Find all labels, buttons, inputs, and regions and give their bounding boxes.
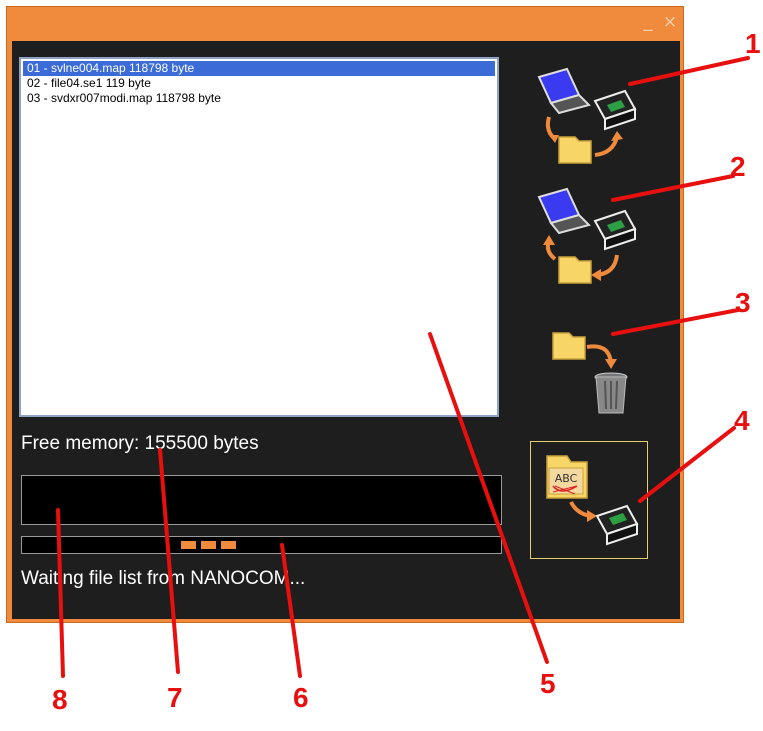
- free-memory-label: Free memory: 155500 bytes: [21, 433, 259, 454]
- message-box: [21, 475, 502, 525]
- app-window: _ × 01 - svlne004.map 118798 byte 02 - f…: [6, 6, 684, 623]
- file-list-item[interactable]: 02 - file04.se1 119 byte: [23, 76, 495, 91]
- callout-1: 1: [745, 28, 761, 59]
- abc-label: ABC: [555, 472, 578, 485]
- download-from-device-icon: [537, 67, 637, 164]
- callout-7: 7: [167, 682, 183, 713]
- file-list-item[interactable]: 01 - svlne004.map 118798 byte: [23, 61, 495, 76]
- progress-block: [221, 541, 236, 549]
- client-area: 01 - svlne004.map 118798 byte 02 - file0…: [12, 41, 680, 619]
- delete-file-button[interactable]: [525, 303, 643, 421]
- status-text: Waiting file list from NANOCOM...: [21, 568, 306, 589]
- progress-block: [181, 541, 196, 549]
- file-list-item[interactable]: 03 - svdxr007modi.map 118798 byte: [23, 91, 495, 106]
- delete-file-icon: [552, 332, 628, 414]
- callout-5: 5: [540, 668, 556, 699]
- callout-4: 4: [734, 405, 750, 436]
- callout-3: 3: [735, 287, 751, 318]
- upload-to-device-icon: [537, 187, 637, 284]
- progress-bar: [21, 536, 502, 554]
- callout-8: 8: [52, 684, 68, 715]
- callout-2: 2: [730, 151, 746, 182]
- download-from-device-button[interactable]: [525, 59, 643, 177]
- rename-and-send-button[interactable]: ABC: [530, 441, 648, 559]
- rename-and-send-icon: ABC: [546, 455, 639, 546]
- upload-to-device-button[interactable]: [525, 179, 643, 297]
- close-button[interactable]: ×: [661, 13, 679, 31]
- file-list[interactable]: 01 - svlne004.map 118798 byte 02 - file0…: [19, 57, 499, 417]
- callout-6: 6: [293, 682, 309, 713]
- title-bar[interactable]: _ ×: [7, 7, 683, 41]
- progress-block: [201, 541, 216, 549]
- minimize-button[interactable]: _: [639, 13, 657, 31]
